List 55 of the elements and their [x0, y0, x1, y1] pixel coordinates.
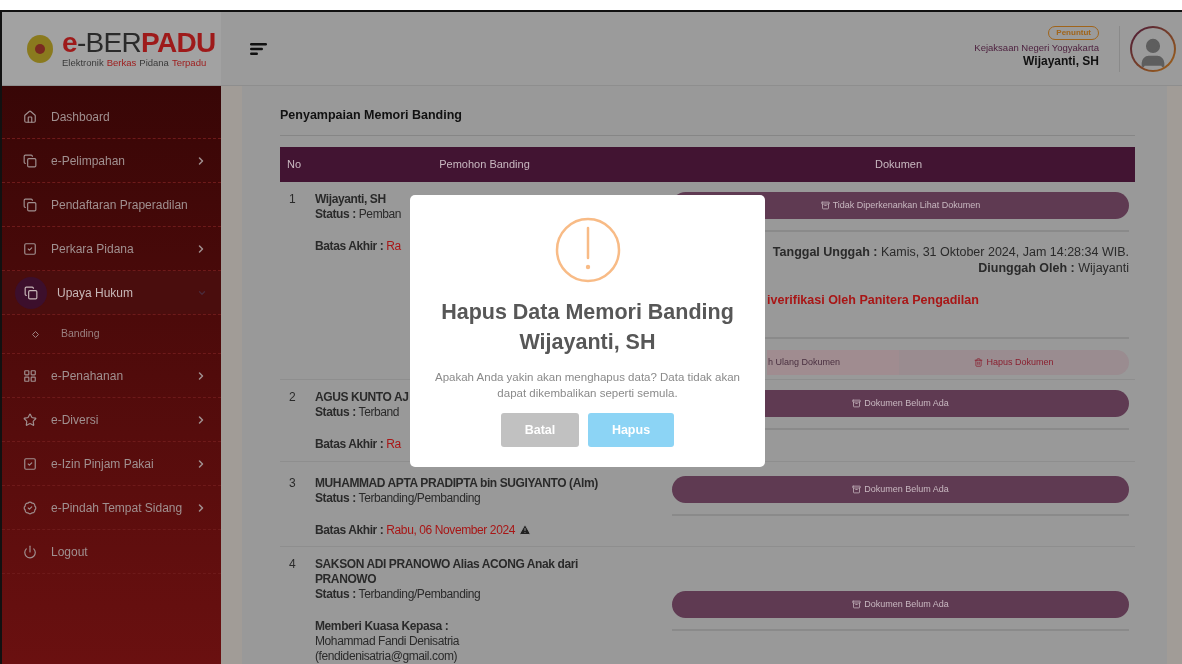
proxy-detail: (fendidenisatria@gmail.com)	[315, 648, 459, 664]
document-button[interactable]: Dokumen Belum Ada	[672, 591, 1129, 619]
appellant-status: Status : Pemban	[315, 206, 402, 222]
row-number: 3	[288, 475, 297, 492]
archive-icon	[852, 600, 862, 610]
logo-title: e-BERPADU	[62, 28, 216, 57]
proxy-detail: Mohammad Fandi Denisatria	[315, 633, 460, 649]
archive-icon	[852, 398, 862, 408]
documents-icon	[23, 197, 37, 212]
appellant-name: SAKSON ADI PRANOWO Alias ACONG Anak dari PRANOWO	[315, 556, 579, 587]
dialog-title: Hapus Data Memori Banding Wijayanti, SH	[440, 299, 735, 356]
menu-icon[interactable]	[250, 42, 267, 55]
appellant-status: Status : Terband	[315, 404, 400, 420]
column-header: No	[286, 157, 303, 172]
reupload-button[interactable]: h Ulang Dokumen	[767, 349, 899, 375]
warning-icon	[554, 217, 621, 283]
checkbox-icon	[23, 456, 37, 471]
trash-icon	[974, 357, 984, 367]
logo-subtitle: Elektronik Berkas Pidana Terpadu	[62, 56, 208, 69]
delete-button[interactable]: Hapus Dokumen	[899, 349, 1129, 375]
column-header: Pemohon Banding	[438, 157, 531, 172]
documents-icon	[15, 276, 47, 309]
power-icon	[23, 544, 37, 559]
home-icon	[23, 109, 37, 124]
column-header: Dokumen	[873, 157, 924, 172]
documents-icon	[23, 153, 37, 168]
emblem-icon	[26, 33, 54, 64]
archive-icon	[820, 200, 830, 210]
deadline: Batas Akhir : Ra	[315, 436, 401, 452]
page-title: Penyampaian Memori Banding	[280, 106, 1135, 136]
proxy-label: Memberi Kuasa Kepasa :	[315, 618, 450, 634]
appellant-name: MUHAMMAD APTA PRADIPTA bin SUGIYANTO (Alm)	[315, 475, 598, 491]
star-icon	[23, 412, 37, 427]
avatar[interactable]	[1130, 25, 1176, 72]
document-button[interactable]: Dokumen Belum Ada	[672, 475, 1129, 503]
sidebar-item[interactable]: Upaya Hukum	[2, 271, 221, 315]
appellant-name: Wijayanti, SH	[315, 191, 386, 207]
row-number: 1	[288, 191, 297, 208]
user-name: Wijayanti, SH	[1023, 53, 1099, 69]
row-number: 4	[288, 556, 297, 573]
appellant-status: Status : Terbanding/Pembanding	[315, 490, 481, 506]
uploader: Diunggah Oleh : Wijayanti	[978, 259, 1129, 276]
grid-icon	[23, 368, 37, 383]
row-number: 2	[288, 389, 297, 406]
office-name: Kejaksaan Negeri Yogyakarta	[974, 41, 1099, 54]
archive-icon	[852, 484, 862, 494]
upload-date: Tanggal Unggah : Kamis, 31 Oktober 2024, Jam 14:28:34 WIB.	[772, 243, 1129, 260]
deadline: Batas Akhir : Rabu, 06 November 2024	[315, 522, 515, 538]
appellant-name: AGUS KUNTO AJ	[315, 389, 409, 405]
badge-icon	[23, 500, 37, 515]
deadline: Batas Akhir : Ra	[315, 238, 401, 254]
diamond-icon	[32, 330, 39, 338]
verification-status: iverifikasi Oleh Panitera Pengadilan	[767, 292, 979, 307]
checkbox-icon	[23, 241, 37, 256]
appellant-status: Status : Terbanding/Pembanding	[315, 586, 481, 602]
